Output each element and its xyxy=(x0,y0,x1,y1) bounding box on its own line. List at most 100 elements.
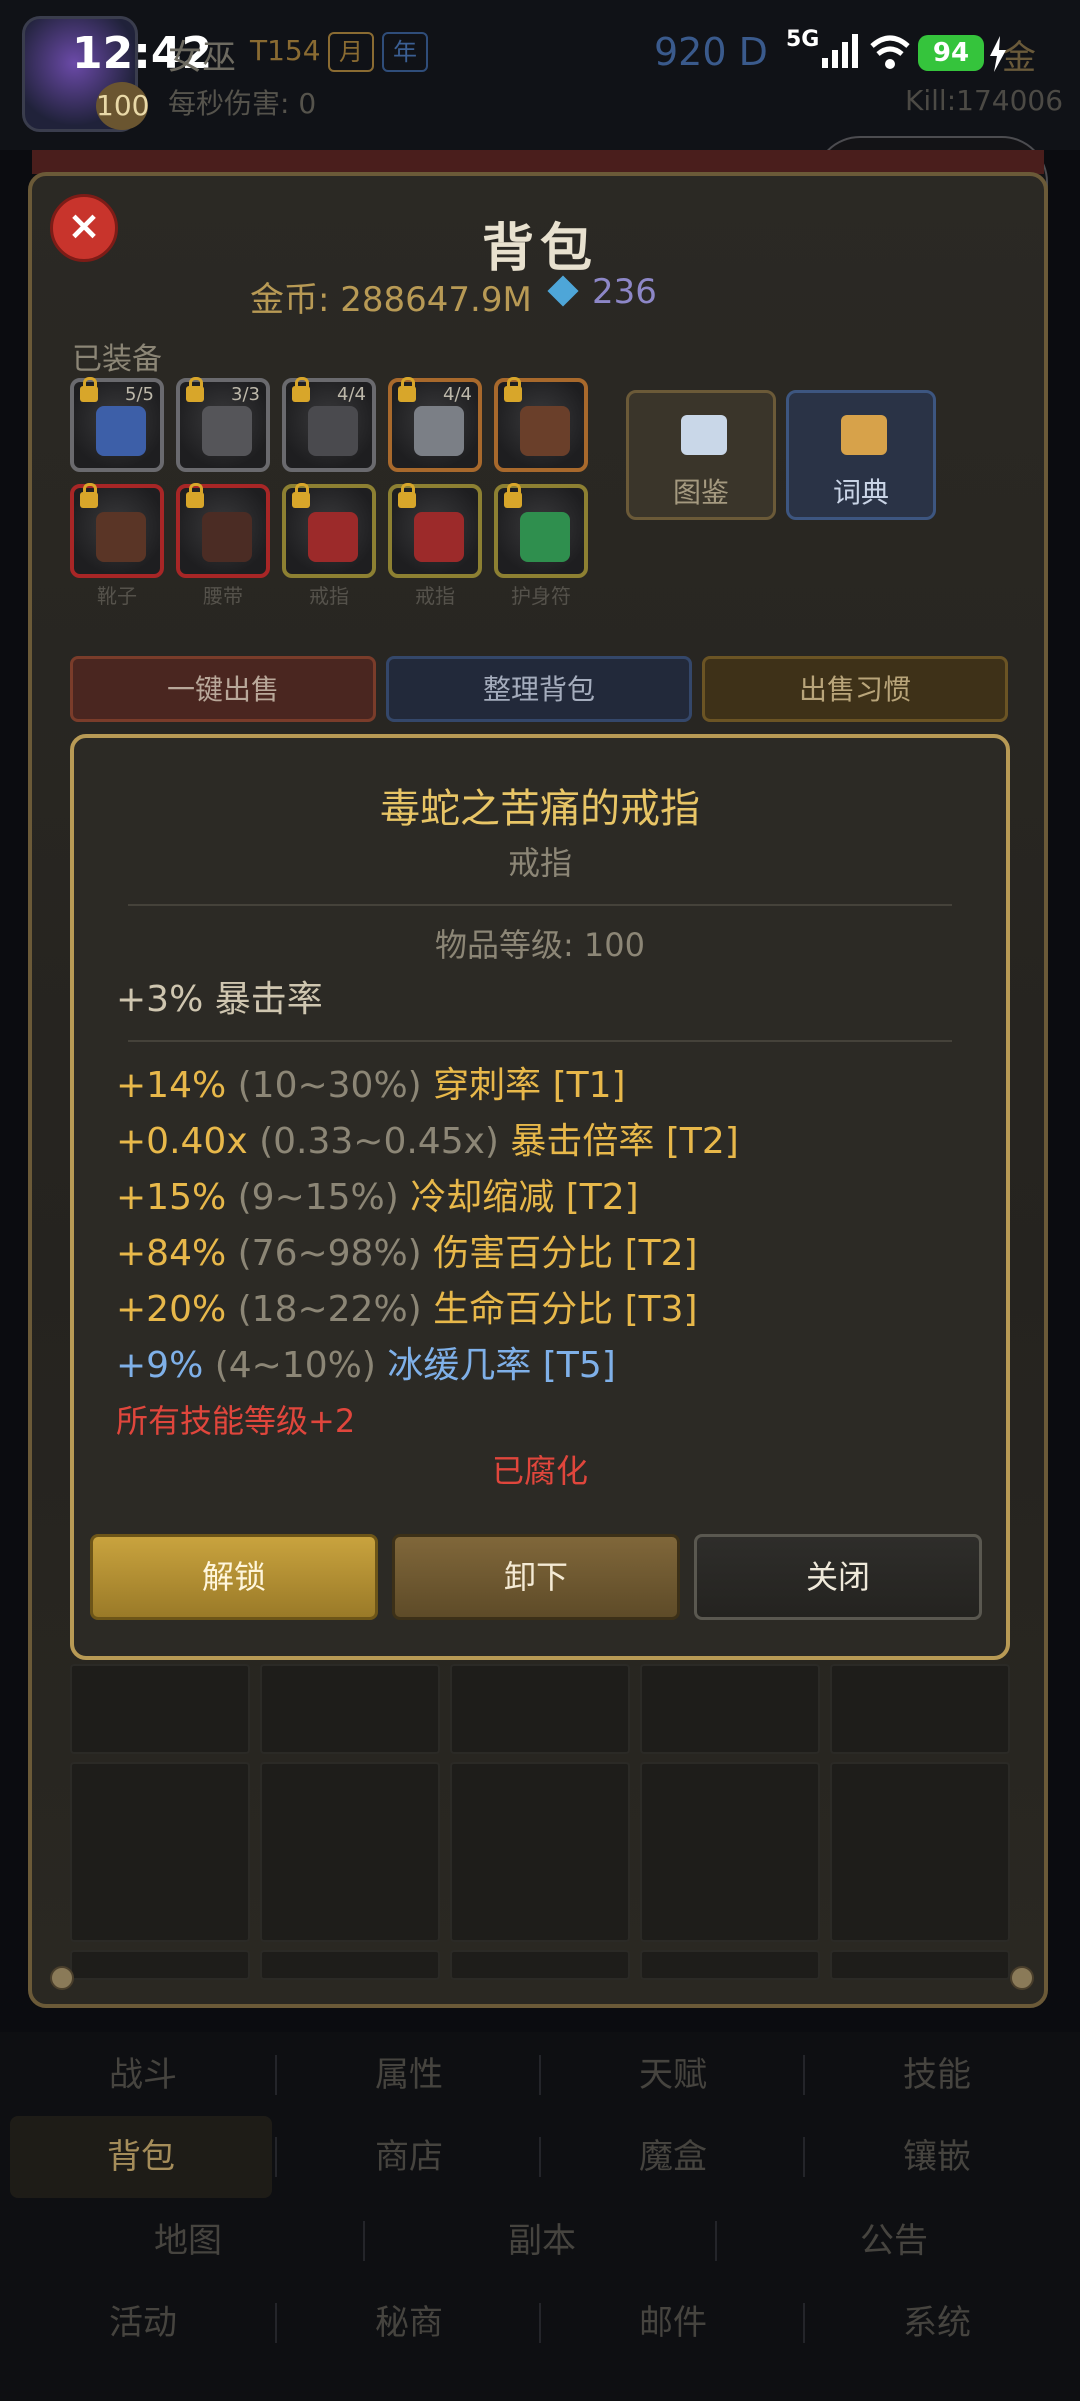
lock-icon xyxy=(80,377,98,402)
atlas-button[interactable]: 图鉴 xyxy=(626,390,776,520)
sell-all-button[interactable]: 一键出售 xyxy=(70,656,376,722)
atlas-label: 图鉴 xyxy=(672,476,729,509)
slot-label: 戒指 xyxy=(309,584,349,608)
hero-tier: T154 xyxy=(250,34,321,67)
charging-icon xyxy=(990,36,1006,72)
divider xyxy=(128,1040,952,1042)
lock-icon xyxy=(398,377,416,402)
nav-item[interactable]: 公告 xyxy=(716,2200,1072,2282)
affix-value: +20% xyxy=(116,1289,238,1330)
lock-icon xyxy=(186,377,204,402)
equipment-slot[interactable]: 5/5 xyxy=(70,377,164,472)
affix-range: (4~10%) xyxy=(214,1345,388,1386)
equipment-slot[interactable] xyxy=(388,483,482,578)
sort-backpack-button[interactable]: 整理背包 xyxy=(386,656,692,722)
item-icon xyxy=(202,512,252,562)
month-card-badge[interactable]: 月 xyxy=(328,32,374,72)
year-card-badge[interactable]: 年 xyxy=(382,32,428,72)
affix-value: +9% xyxy=(116,1345,215,1386)
nav-item[interactable]: 副本 xyxy=(364,2200,720,2282)
unequip-button[interactable]: 卸下 xyxy=(392,1534,680,1620)
lock-icon xyxy=(504,377,522,402)
affix-line: +0.40x (0.33~0.45x) 暴击倍率 [T2] xyxy=(116,1112,739,1164)
battery-indicator: 94 xyxy=(918,35,984,71)
kill-counter: Kill:174006 xyxy=(905,84,1064,117)
equipment-slot[interactable] xyxy=(282,483,376,578)
nav-item[interactable]: 技能 xyxy=(804,2034,1070,2116)
slot-count: 4/4 xyxy=(337,384,366,405)
equipment-slot[interactable] xyxy=(494,483,588,578)
affix-value: +15% xyxy=(116,1177,238,1218)
affix-range: (76~98%) xyxy=(237,1233,434,1274)
inventory-cell[interactable] xyxy=(450,1950,630,1980)
equipment-slot[interactable]: 4/4 xyxy=(388,377,482,472)
inventory-cell[interactable] xyxy=(640,1950,820,1980)
affix-line: +84% (76~98%) 伤害百分比 [T2] xyxy=(116,1224,698,1276)
nav-separator xyxy=(539,2137,541,2177)
equipment-slot[interactable] xyxy=(70,483,164,578)
nav-item[interactable]: 地图 xyxy=(10,2200,366,2282)
network-type: 5G xyxy=(786,27,819,52)
nav-separator xyxy=(275,2055,277,2095)
item-type: 戒指 xyxy=(507,844,572,882)
equipment-slot[interactable] xyxy=(176,483,270,578)
corner-stud xyxy=(50,1966,74,1990)
affix-line: +9% (4~10%) 冰缓几率 [T5] xyxy=(116,1336,616,1388)
nav-item[interactable]: 秘商 xyxy=(276,2282,542,2364)
nav-separator xyxy=(539,2055,541,2095)
inventory-cell[interactable] xyxy=(260,1762,440,1942)
slot-label: 戒指 xyxy=(415,584,455,608)
nav-item[interactable]: 商店 xyxy=(276,2116,542,2198)
skill-bonus: 所有技能等级+2 xyxy=(116,1402,356,1440)
nav-item[interactable]: 活动 xyxy=(10,2282,276,2364)
nav-item[interactable]: 镶嵌 xyxy=(804,2116,1070,2198)
affix-range: (0.33~0.45x) xyxy=(259,1121,511,1162)
inventory-cell[interactable] xyxy=(640,1664,820,1754)
affix-name: 暴击倍率 [T2] xyxy=(510,1121,739,1162)
inventory-cell[interactable] xyxy=(830,1950,1010,1980)
inventory-cell[interactable] xyxy=(70,1762,250,1942)
slot-count: 5/5 xyxy=(125,384,154,405)
background-strip xyxy=(32,150,1044,174)
unlock-button[interactable]: 解锁 xyxy=(90,1534,378,1620)
equipment-slot[interactable] xyxy=(494,377,588,472)
implicit-stat: +3% 暴击率 xyxy=(116,979,323,1020)
inventory-cell[interactable] xyxy=(70,1950,250,1980)
sell-habit-button[interactable]: 出售习惯 xyxy=(702,656,1008,722)
nav-separator xyxy=(275,2137,277,2177)
inventory-cell[interactable] xyxy=(450,1664,630,1754)
inventory-cell[interactable] xyxy=(640,1762,820,1942)
affix-range: (18~22%) xyxy=(237,1289,434,1330)
nav-item[interactable]: 魔盒 xyxy=(540,2116,806,2198)
nav-separator xyxy=(803,2055,805,2095)
nav-separator xyxy=(715,2221,717,2261)
nav-item[interactable]: 战斗 xyxy=(10,2034,276,2116)
inventory-cell[interactable] xyxy=(450,1762,630,1942)
gold-amount: 金币: 288647.9M xyxy=(250,280,532,320)
nav-item[interactable]: 邮件 xyxy=(540,2282,806,2364)
equipment-slot[interactable]: 3/3 xyxy=(176,377,270,472)
nav-item[interactable]: 属性 xyxy=(276,2034,542,2116)
dictionary-button[interactable]: 词典 xyxy=(786,390,936,520)
item-icon xyxy=(414,406,464,456)
lock-icon xyxy=(80,483,98,508)
close-button[interactable]: 关闭 xyxy=(694,1534,982,1620)
inventory-cell[interactable] xyxy=(70,1664,250,1754)
inventory-cell[interactable] xyxy=(260,1664,440,1754)
lock-icon xyxy=(292,483,310,508)
nav-item[interactable]: 背包 xyxy=(10,2116,272,2198)
inventory-cell[interactable] xyxy=(830,1664,1010,1754)
nav-item[interactable]: 天赋 xyxy=(540,2034,806,2116)
nav-item[interactable]: 系统 xyxy=(804,2282,1070,2364)
item-icon xyxy=(414,512,464,562)
equipment-slot[interactable]: 4/4 xyxy=(282,377,376,472)
inventory-cell[interactable] xyxy=(830,1762,1010,1942)
affix-name: 冰缓几率 [T5] xyxy=(387,1345,616,1386)
scroll-icon xyxy=(841,415,887,455)
slot-label: 靴子 xyxy=(97,584,137,608)
affix-line: +15% (9~15%) 冷却缩减 [T2] xyxy=(116,1168,639,1220)
affix-line: +20% (18~22%) 生命百分比 [T3] xyxy=(116,1280,698,1332)
dps-readout: 每秒伤害: 0 xyxy=(168,87,317,120)
nav-separator xyxy=(803,2137,805,2177)
inventory-cell[interactable] xyxy=(260,1950,440,1980)
